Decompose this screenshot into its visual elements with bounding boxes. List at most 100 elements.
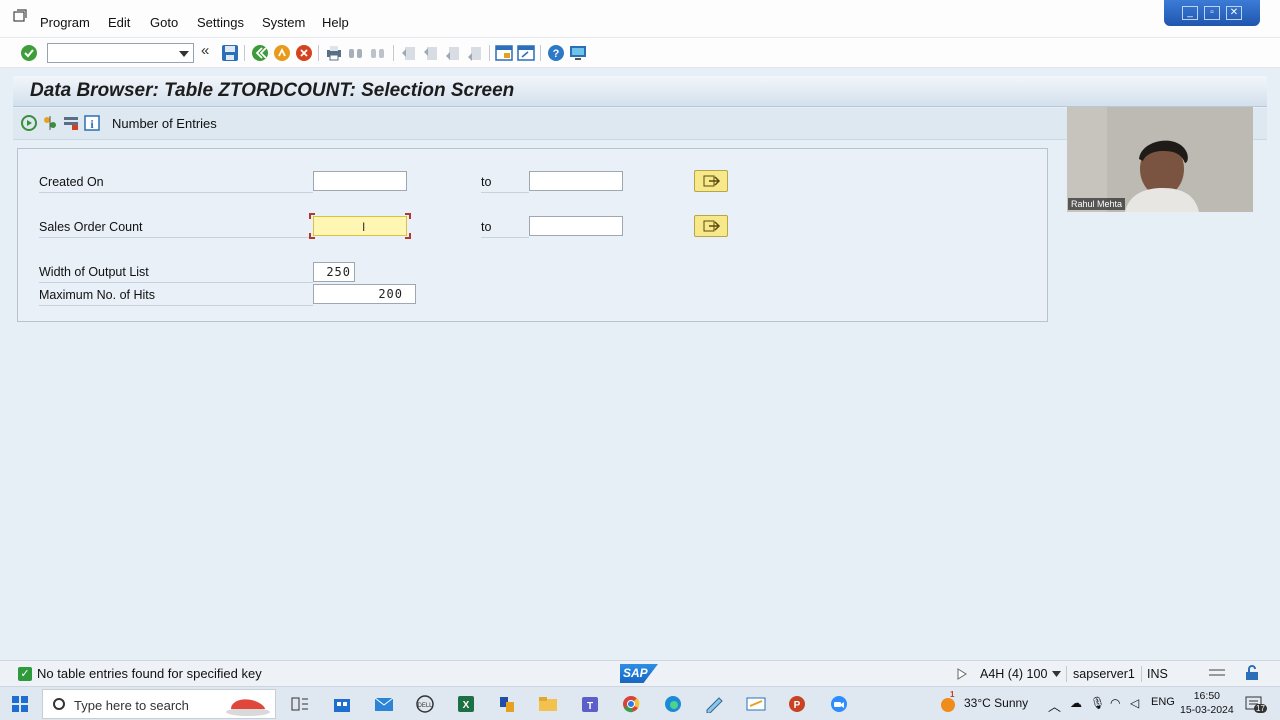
number-of-entries-button[interactable]: Number of Entries xyxy=(112,116,217,131)
get-variant-icon[interactable] xyxy=(63,115,79,131)
svg-text:?: ? xyxy=(553,48,560,60)
sap-logon-icon[interactable] xyxy=(497,695,517,713)
width-of-output-list-label: Width of Output List xyxy=(39,265,313,283)
insert-mode[interactable]: INS xyxy=(1147,667,1168,681)
create-session-icon[interactable] xyxy=(495,44,513,62)
dell-icon[interactable]: DELL xyxy=(415,695,435,713)
separator xyxy=(489,45,490,61)
close-icon[interactable]: ✕ xyxy=(1226,6,1242,20)
wifi-icon[interactable]: ◠ xyxy=(1110,696,1120,710)
print-icon[interactable] xyxy=(325,44,343,62)
edge-icon[interactable] xyxy=(663,695,683,713)
focus-corner xyxy=(309,233,315,239)
chevron-up-icon[interactable]: ︿ xyxy=(1048,696,1061,715)
separator xyxy=(318,45,319,61)
menu-edit[interactable]: Edit xyxy=(108,15,130,30)
previous-page-icon[interactable] xyxy=(421,44,439,62)
maximum-hits-label: Maximum No. of Hits xyxy=(39,288,313,306)
sales-order-count-multiple-selection-button[interactable] xyxy=(694,215,728,237)
svg-text:DELL: DELL xyxy=(417,703,433,709)
sap-gui-icon[interactable] xyxy=(746,695,766,713)
system-toolbar: « ? xyxy=(0,38,1280,68)
language-indicator[interactable]: ENG xyxy=(1151,696,1175,708)
success-check-icon: ✓ xyxy=(18,667,32,681)
cancel-icon[interactable] xyxy=(295,44,313,62)
mail-icon[interactable] xyxy=(374,695,394,713)
menu-goto[interactable]: Goto xyxy=(150,15,178,30)
execute-icon[interactable] xyxy=(21,115,37,131)
focus-corner xyxy=(405,233,411,239)
svg-text:X: X xyxy=(463,700,470,711)
status-message[interactable]: No table entries found for specified key xyxy=(37,666,262,681)
svg-text:T: T xyxy=(587,701,593,712)
svg-text:P: P xyxy=(794,700,801,711)
exit-icon[interactable] xyxy=(273,44,291,62)
layout-icon[interactable] xyxy=(1208,666,1226,680)
information-icon[interactable]: i xyxy=(84,115,100,131)
powerpoint-icon[interactable]: P xyxy=(787,695,807,713)
save-icon[interactable] xyxy=(221,44,239,62)
next-page-icon[interactable] xyxy=(443,44,461,62)
chevron-down-icon[interactable] xyxy=(1052,671,1061,677)
command-field[interactable] xyxy=(47,43,194,63)
taskbar-search-box[interactable]: Type here to search xyxy=(42,689,276,719)
excel-icon[interactable]: X xyxy=(456,695,476,713)
server-name: sapserver1 xyxy=(1073,667,1135,681)
sales-order-count-label: Sales Order Count xyxy=(39,220,313,238)
sales-order-count-high-field[interactable] xyxy=(529,216,623,236)
created-on-high-field[interactable] xyxy=(529,171,623,191)
play-triangle-icon[interactable] xyxy=(957,668,967,680)
created-on-to-label: to xyxy=(481,175,529,193)
first-page-icon[interactable] xyxy=(399,44,417,62)
shortcut-icon[interactable] xyxy=(517,44,535,62)
menu-system[interactable]: System xyxy=(262,15,305,30)
last-page-icon[interactable] xyxy=(465,44,483,62)
system-clock[interactable]: 16:50 15-03-2024 xyxy=(1180,689,1234,717)
teams-icon[interactable]: T xyxy=(580,695,600,713)
weather-text[interactable]: 33°C Sunny xyxy=(964,696,1028,710)
system-info[interactable]: A4H (4) 100 xyxy=(980,667,1047,681)
find-icon[interactable] xyxy=(347,44,365,62)
back-icon[interactable] xyxy=(251,44,269,62)
selection-options-icon[interactable] xyxy=(42,115,58,131)
menu-help[interactable]: Help xyxy=(322,15,349,30)
sales-order-count-low-field[interactable] xyxy=(313,216,407,236)
minimize-icon[interactable]: _ xyxy=(1182,6,1198,20)
title-band: Data Browser: Table ZTORDCOUNT: Selectio… xyxy=(13,76,1267,107)
chevron-down-icon[interactable] xyxy=(179,51,189,57)
zoom-icon[interactable] xyxy=(829,695,849,713)
maximize-icon[interactable]: ▫ xyxy=(1204,6,1220,20)
created-on-low-field[interactable] xyxy=(313,171,407,191)
selection-box: Created On to Sales Order Count I to Wid… xyxy=(17,148,1048,322)
notepad-icon[interactable] xyxy=(704,695,724,713)
status-bar: ✓ No table entries found for specified k… xyxy=(0,660,1280,686)
enter-icon[interactable] xyxy=(20,44,38,62)
collapse-icon[interactable]: « xyxy=(201,42,219,60)
windows-start-icon[interactable] xyxy=(12,696,28,712)
cloud-icon[interactable]: ☁ xyxy=(1070,696,1082,710)
maximum-hits-field[interactable]: 200 xyxy=(313,284,416,304)
text-cursor-icon: I xyxy=(362,220,366,234)
speaker-icon[interactable]: ◁ xyxy=(1130,696,1139,710)
created-on-multiple-selection-button[interactable] xyxy=(694,170,728,192)
task-view-icon[interactable] xyxy=(290,695,310,713)
separator xyxy=(393,45,394,61)
menu-program[interactable]: Program xyxy=(40,15,90,30)
separator xyxy=(1066,666,1067,682)
help-icon[interactable]: ? xyxy=(547,44,565,62)
notification-count: 17 xyxy=(1254,704,1267,713)
arrow-right-icon xyxy=(703,220,721,232)
customize-layout-icon[interactable] xyxy=(569,44,587,62)
menu-settings[interactable]: Settings xyxy=(197,15,244,30)
microphone-icon[interactable]: 🎙 xyxy=(1090,696,1105,710)
chrome-icon[interactable] xyxy=(621,695,641,713)
page-title: Data Browser: Table ZTORDCOUNT: Selectio… xyxy=(30,80,515,101)
separator xyxy=(1141,666,1142,682)
store-icon[interactable] xyxy=(332,695,352,713)
find-next-icon[interactable] xyxy=(369,44,387,62)
file-explorer-icon[interactable] xyxy=(538,695,558,713)
lock-icon[interactable] xyxy=(1244,665,1260,681)
width-of-output-list-field[interactable]: 250 xyxy=(313,262,355,282)
clock-time: 16:50 xyxy=(1193,690,1220,702)
menu-icon[interactable] xyxy=(13,9,27,23)
